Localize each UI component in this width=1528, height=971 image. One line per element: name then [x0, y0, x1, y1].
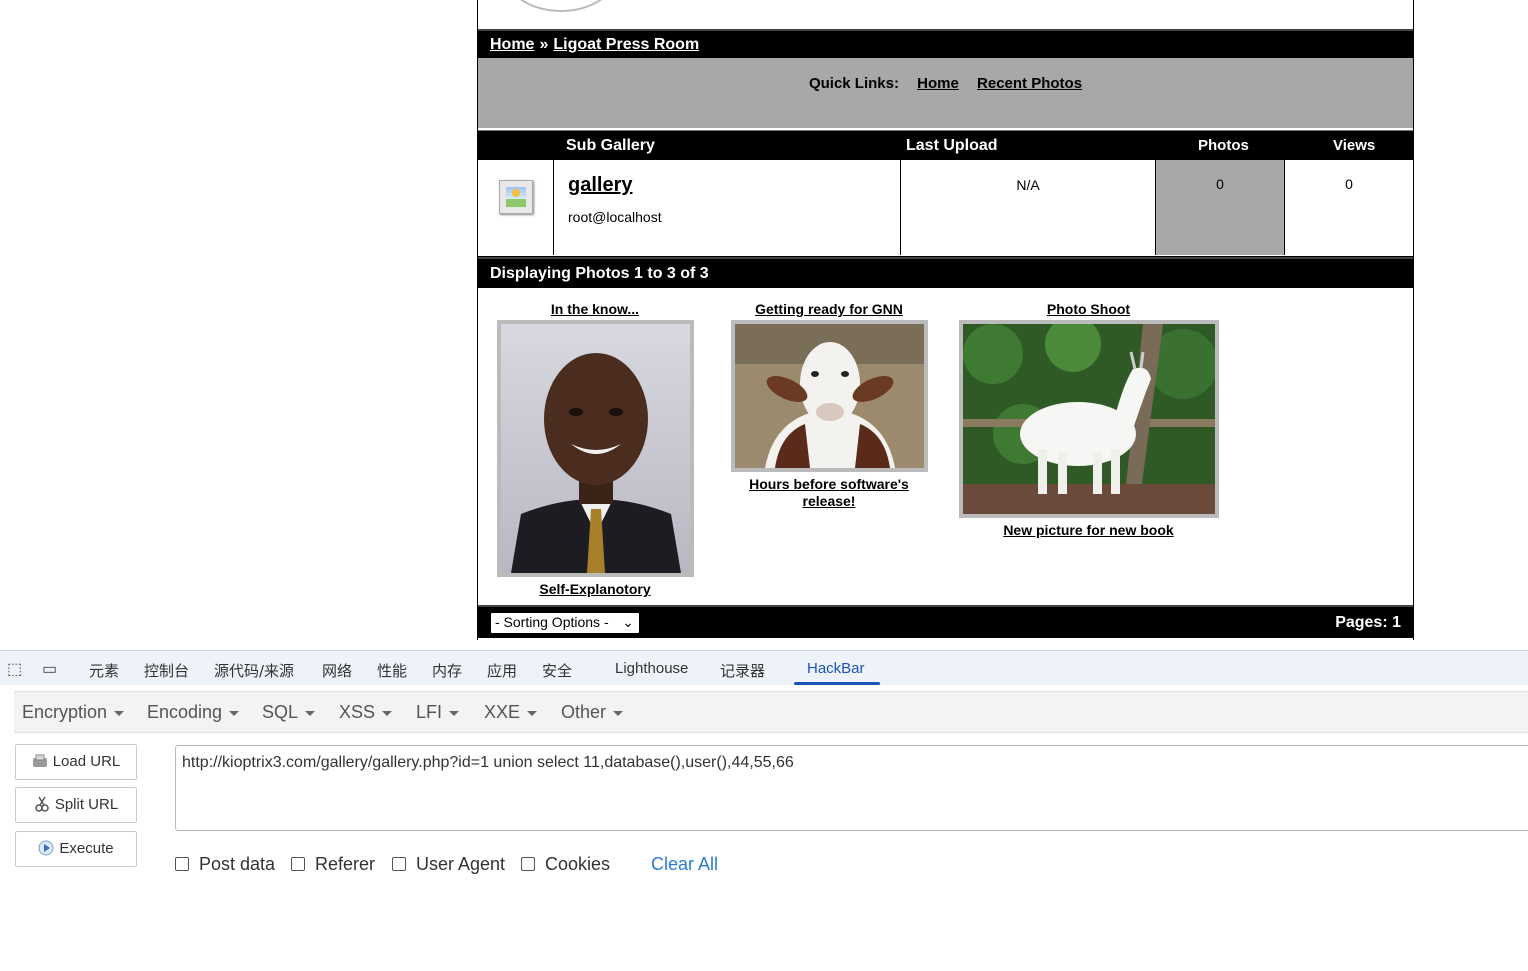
- quick-link-home[interactable]: Home: [917, 75, 959, 92]
- tab-network[interactable]: 网络: [322, 660, 352, 681]
- split-url-button[interactable]: Split URL: [15, 787, 137, 823]
- goat-photo: [734, 324, 924, 468]
- photo-item: Getting ready for GNN Hours before softw…: [729, 301, 929, 510]
- pages-label: Pages: 1: [1335, 614, 1401, 631]
- header-photos: Photos: [1198, 137, 1249, 154]
- tab-sources[interactable]: 源代码/来源: [214, 660, 294, 681]
- site-logo: [506, 0, 616, 12]
- tab-application[interactable]: 应用: [487, 660, 517, 681]
- menu-xss[interactable]: XSS: [339, 702, 392, 723]
- referer-option[interactable]: Referer: [291, 854, 375, 875]
- quick-links-label: Quick Links:: [808, 75, 899, 92]
- photo-frame[interactable]: [730, 320, 928, 472]
- load-url-icon: [32, 754, 47, 767]
- gallery-image-icon[interactable]: [499, 180, 533, 214]
- header-views: Views: [1333, 137, 1376, 154]
- post-data-label: Post data: [199, 854, 276, 874]
- user-agent-option[interactable]: User Agent: [392, 854, 505, 875]
- photo-title-link[interactable]: Getting ready for GNN: [729, 301, 929, 319]
- photo-title-link[interactable]: Photo Shoot: [958, 301, 1219, 319]
- photo-item: In the know... Self-Explanotory: [496, 301, 694, 598]
- quick-link-recent-photos[interactable]: Recent Photos: [977, 75, 1082, 92]
- white-goat-photo: [962, 316, 1218, 514]
- gallery-footer-bar: - Sorting Options - ⌄ Pages: 1: [478, 605, 1413, 638]
- menu-encryption[interactable]: Encryption: [22, 702, 124, 723]
- photo-frame[interactable]: [958, 316, 1219, 518]
- menu-lfi[interactable]: LFI: [416, 702, 459, 723]
- tab-console[interactable]: 控制台: [144, 660, 189, 681]
- play-icon: [38, 840, 54, 856]
- load-url-button[interactable]: Load URL: [15, 744, 137, 780]
- menu-encoding[interactable]: Encoding: [147, 702, 239, 723]
- inspect-element-icon[interactable]: ⬚: [7, 659, 22, 679]
- photo-frame[interactable]: [496, 320, 694, 577]
- photo-title-link[interactable]: In the know...: [496, 301, 694, 319]
- gallery-name-link[interactable]: gallery: [568, 174, 632, 196]
- gallery-name-cell: gallery root@localhost: [554, 160, 901, 255]
- execute-button[interactable]: Execute: [15, 831, 137, 867]
- chevron-down-icon: ⌄: [622, 614, 634, 630]
- breadcrumb-separator: »: [539, 36, 549, 53]
- photo-item: Photo Shoot New picture for new book: [958, 301, 1219, 539]
- gallery-thumbnail-cell: [478, 160, 554, 255]
- user-agent-label: User Agent: [416, 854, 506, 874]
- breadcrumb-home-link[interactable]: Home: [490, 36, 534, 53]
- photo-caption-link[interactable]: Hours before software's release!: [729, 476, 929, 510]
- url-input[interactable]: http://kioptrix3.com/gallery/gallery.php…: [175, 745, 1528, 831]
- quick-links-bar: Quick Links: Home Recent Photos: [478, 58, 1413, 128]
- clear-all-link[interactable]: Clear All: [651, 854, 718, 875]
- referer-checkbox[interactable]: [291, 857, 305, 871]
- active-tab-indicator: [794, 682, 880, 685]
- display-count-bar: Displaying Photos 1 to 3 of 3: [478, 257, 1413, 288]
- devtools-panel: ⬚ ▭ 元素 控制台 源代码/来源 网络 性能 内存 应用 安全 Lightho…: [0, 650, 1528, 971]
- user-agent-checkbox[interactable]: [392, 857, 406, 871]
- cookies-option[interactable]: Cookies: [521, 854, 610, 875]
- gallery-page: Home » Ligoat Press Room Quick Links: Home…: [477, 0, 1414, 640]
- table-row: gallery root@localhost N/A 0 0: [478, 160, 1413, 257]
- photo-caption-link[interactable]: New picture for new book: [958, 522, 1219, 539]
- tab-memory[interactable]: 内存: [432, 660, 462, 681]
- table-header: Sub Gallery Last Upload Photos Views: [478, 130, 1413, 160]
- man-portrait-photo: [500, 324, 690, 573]
- sorting-options-select[interactable]: - Sorting Options - ⌄: [490, 612, 640, 634]
- header-last-upload: Last Upload: [906, 137, 998, 154]
- breadcrumb: Home » Ligoat Press Room: [478, 29, 1413, 58]
- breadcrumb-current-link[interactable]: Ligoat Press Room: [553, 36, 699, 53]
- gallery-owner: root@localhost: [568, 209, 662, 225]
- menu-sql[interactable]: SQL: [262, 702, 315, 723]
- menu-other[interactable]: Other: [561, 702, 623, 723]
- tab-lighthouse[interactable]: Lighthouse: [615, 660, 688, 677]
- tab-elements[interactable]: 元素: [89, 660, 119, 681]
- tab-security[interactable]: 安全: [542, 660, 572, 681]
- post-data-option[interactable]: Post data: [175, 854, 275, 875]
- tab-performance[interactable]: 性能: [377, 660, 407, 681]
- hackbar-menu: Encryption Encoding SQL XSS LFI XXE Othe…: [14, 691, 1528, 733]
- execute-label: Execute: [59, 840, 114, 857]
- device-toolbar-icon[interactable]: ▭: [42, 659, 57, 679]
- photo-caption-link[interactable]: Self-Explanotory: [496, 581, 694, 598]
- tab-recorder[interactable]: 记录器: [720, 660, 765, 681]
- header-sub-gallery: Sub Gallery: [566, 137, 655, 154]
- cookies-checkbox[interactable]: [521, 857, 535, 871]
- devtools-tabbar: ⬚ ▭ 元素 控制台 源代码/来源 网络 性能 内存 应用 安全 Lightho…: [0, 650, 1528, 685]
- referer-label: Referer: [315, 854, 376, 874]
- tab-hackbar[interactable]: HackBar: [807, 660, 865, 677]
- menu-xxe[interactable]: XXE: [484, 702, 537, 723]
- photos-count-cell: 0: [1156, 160, 1285, 255]
- post-data-checkbox[interactable]: [175, 857, 189, 871]
- cookies-label: Cookies: [545, 854, 611, 874]
- split-url-label: Split URL: [54, 796, 119, 813]
- load-url-label: Load URL: [52, 753, 121, 770]
- views-count-cell: 0: [1345, 176, 1353, 192]
- sorting-options-value: - Sorting Options -: [495, 614, 609, 630]
- last-upload-cell: N/A: [901, 160, 1156, 255]
- scissors-icon: [35, 796, 49, 812]
